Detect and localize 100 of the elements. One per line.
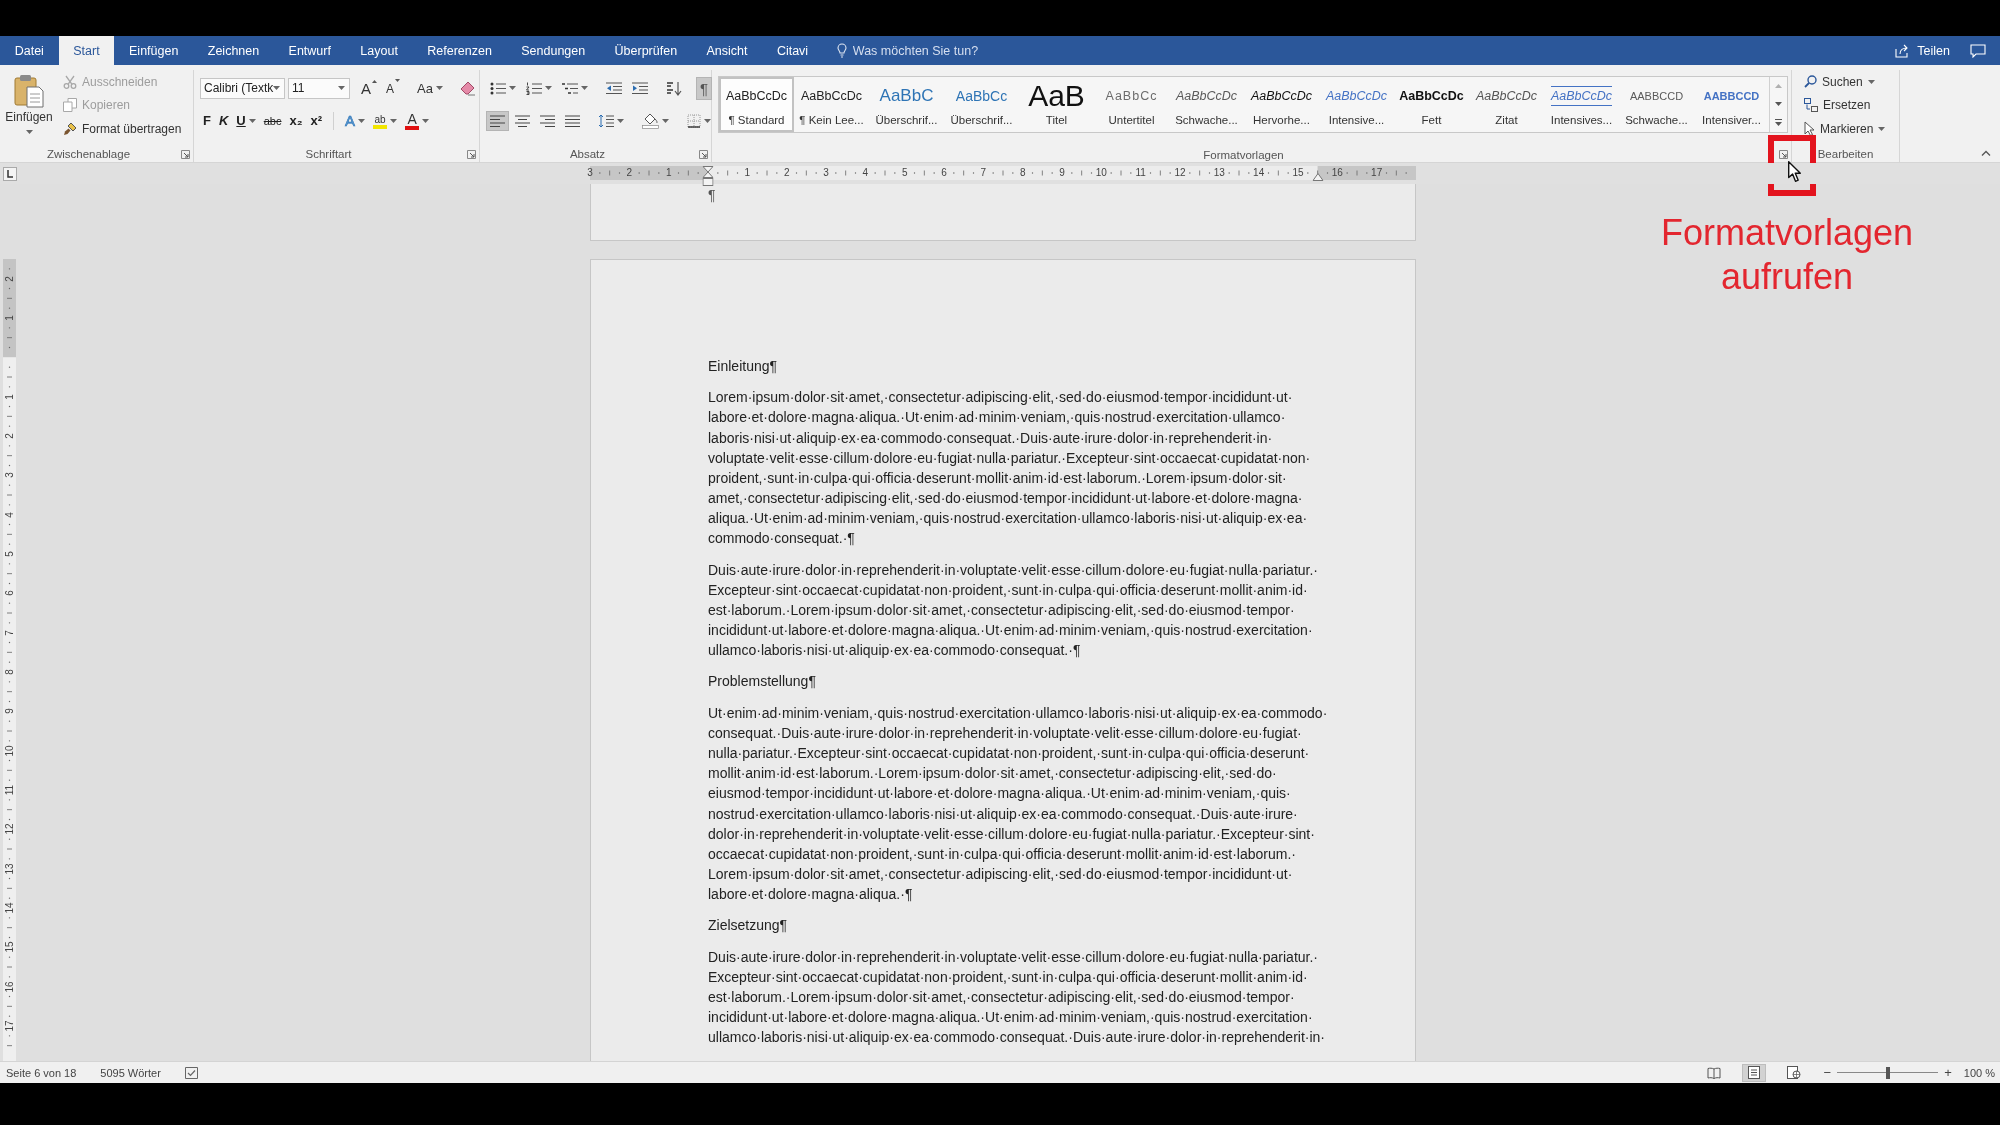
dialog-launcher-button[interactable] [699, 149, 708, 159]
ribbon-tab[interactable]: Layout [345, 36, 413, 65]
share-button[interactable]: Teilen [1895, 43, 1950, 58]
caret-down-icon [1867, 79, 1875, 84]
style-gallery-item[interactable]: AABBCCD Schwache... [1619, 77, 1694, 132]
ruler-number: 16 [1331, 166, 1343, 180]
superscript-button[interactable]: x² [307, 111, 326, 131]
shrink-font-button[interactable]: A [383, 76, 404, 100]
format-painter-button[interactable]: Format übertragen [61, 117, 184, 141]
collapse-ribbon-button[interactable] [1981, 150, 1991, 156]
align-left-icon [490, 115, 505, 127]
ribbon-tab[interactable]: Ansicht [691, 36, 763, 65]
dialog-launcher-button[interactable] [1779, 150, 1788, 159]
dialog-launcher-button[interactable] [181, 149, 190, 159]
style-gallery-item[interactable]: AaBbCcDc Schwache... [1169, 77, 1244, 132]
proofing-button[interactable] [184, 1066, 198, 1079]
underline-button[interactable]: U [233, 111, 259, 131]
copy-pages-icon [63, 98, 77, 113]
page-count-label[interactable]: Seite 6 von 18 [6, 1066, 77, 1079]
find-button[interactable]: Suchen [1802, 70, 1888, 94]
ruler-number: 11 [1135, 166, 1146, 180]
comments-button[interactable] [1970, 43, 1986, 58]
align-right-icon [540, 115, 555, 127]
font-color-button[interactable]: A [402, 110, 433, 132]
ruler-number: 6 [941, 166, 947, 180]
speech-bubble-icon [1970, 43, 1986, 58]
zoom-level-button[interactable]: 100 % [1963, 1066, 1995, 1079]
style-gallery-item[interactable]: AaBbCcDc Zitat [1469, 77, 1544, 132]
caret-down-icon [435, 86, 443, 90]
ribbon-tab[interactable]: Start [58, 36, 115, 65]
multilevel-list-icon [562, 81, 578, 95]
right-indent-marker-icon [1312, 173, 1324, 181]
style-gallery-item[interactable]: AaBbCc Untertitel [1094, 77, 1169, 132]
paste-button[interactable]: Einfügen [3, 70, 55, 140]
line-spacing-icon [598, 114, 614, 128]
caret-down-icon [248, 119, 256, 123]
style-gallery-item[interactable]: AaBbCcDc Intensive... [1319, 77, 1394, 132]
ruler-number: 9 [4, 708, 15, 715]
zoom-out-button[interactable]: − [1821, 1065, 1834, 1080]
caret-down-icon [509, 86, 516, 90]
style-gallery-item[interactable]: AaBbCcDc Hervorhe... [1244, 77, 1319, 132]
subscript-button[interactable]: x₂ [286, 111, 306, 131]
section-heading: Einleitung¶ [708, 357, 777, 376]
mouse-pointer-icon [1788, 161, 1801, 182]
select-button[interactable]: Markieren [1802, 117, 1888, 141]
font-size-combobox[interactable]: 11 [288, 77, 350, 99]
align-left-button[interactable] [486, 111, 509, 131]
pointer-arrow-icon [1804, 121, 1815, 137]
word-count-label[interactable]: 5095 Wörter [100, 1066, 161, 1079]
show-formatting-marks-button[interactable]: ¶ [696, 76, 713, 100]
caret-down-icon [25, 130, 33, 134]
zoom-in-button[interactable]: + [1942, 1065, 1954, 1080]
grow-font-button[interactable]: A [358, 77, 380, 99]
ribbon-tab[interactable]: Zeichnen [193, 36, 274, 65]
group-label: Bearbeiten [1817, 148, 1874, 160]
body-paragraph: Duis·aute·irure·dolor·in·reprehenderit·in·voluptate·velit·esse·cillum·dolore·eu·fugiat·nulla·pariatur.· Excepteur·sint·occaecat·cupidatat·non·proident,·sunt·in·culpa·qui·officia·deserunt·mollit·anim·id· est·laborum.·Lorem·ipsum·dolor·sit·amet,·consectetur·adipiscing·elit,·sed·do·eiusmod·tempor· incididunt·ut·labore·et·dolore·magna·aliqua.·Ut·enim·ad·minim·veniam,·quis·nostrud·exercitation· ullamco·laboris·nisi·ut·aliquip·ex·ea·commodo·consequat.·¶ [708, 560, 1319, 661]
numbered-list-icon [526, 81, 542, 95]
ribbon-tab[interactable]: Überprüfen [599, 36, 692, 65]
caret-down-icon [338, 86, 345, 90]
style-gallery-item[interactable]: AaB Titel [1019, 77, 1094, 132]
style-gallery-item[interactable]: AaBbCcDc ¶ Kein Lee... [794, 77, 869, 132]
tab-stop-selector-button[interactable] [3, 167, 17, 181]
decrease-indent-icon [606, 81, 622, 95]
ribbon-tab[interactable]: Sendungen [506, 36, 600, 65]
style-gallery-item[interactable]: AaBbCcDc ¶ Standard [719, 77, 794, 132]
highlight-button[interactable]: ab [370, 111, 401, 131]
style-gallery-item[interactable]: AABBCCD Intensiver... [1694, 77, 1769, 132]
font-name-combobox[interactable]: Calibri (Textk [200, 77, 285, 99]
ruler-number: 17 [1371, 166, 1383, 180]
zoom-slider-thumb[interactable] [1885, 1066, 1890, 1079]
open-book-icon [1706, 1066, 1721, 1079]
ruler-number: 9 [1059, 166, 1065, 180]
body-paragraph: Duis·aute·irure·dolor·in·reprehenderit·in·voluptate·velit·esse·cillum·dolore·eu·fugiat·nulla·pariatur.· Excepteur·sint·occaecat·cupidatat·non·proident,·sunt·in·culpa·qui·officia·deserunt·mollit·anim·id· est·laborum.·Lorem·ipsum·dolor·sit·amet,·consectetur·adipiscing·elit,·sed·do·eiusmod·tempor· incididunt·ut·labore·et·dolore·magna·aliqua.·Ut·enim·ad·minim·veniam,·quis·nostrud·exercitation· ullamco·laboris·nisi·ut·aliquip·ex·ea·commodo·consequat.·Duis·aute·irure·dolor·in·reprehenderit·in· [708, 947, 1326, 1048]
ribbon-tab[interactable]: Citavi [762, 36, 823, 65]
ruler-number: 1 [665, 166, 672, 180]
style-gallery-item[interactable]: AaBbCcDc Fett [1394, 77, 1469, 132]
ribbon-tab[interactable]: Datei [0, 36, 59, 65]
ribbon-tab[interactable]: Einfügen [114, 36, 194, 65]
print-layout-button[interactable] [1741, 1063, 1766, 1082]
bold-button[interactable]: F [200, 111, 214, 131]
strikethrough-button[interactable]: abc [260, 111, 285, 131]
italic-button[interactable]: K [215, 111, 232, 131]
dialog-launcher-button[interactable] [467, 149, 476, 159]
tell-me-field[interactable]: Was möchten Sie tun? [852, 43, 993, 58]
align-center-icon [515, 115, 530, 127]
ruler-number: 2 [626, 166, 633, 180]
change-case-button[interactable]: Aa [414, 77, 446, 99]
style-gallery-item[interactable]: AaBbC Überschrif... [869, 77, 944, 132]
style-gallery-item[interactable]: AaBbCc Überschrif... [944, 77, 1019, 132]
ruler-number: 1 [4, 315, 15, 321]
ribbon-tab[interactable]: Referenzen [412, 36, 507, 65]
group-label: Zwischenablage [46, 148, 131, 160]
bullet-list-icon [490, 81, 506, 95]
border-grid-icon [687, 114, 701, 128]
lightbulb-icon [836, 43, 847, 58]
replace-button[interactable]: Ersetzen [1802, 93, 1888, 117]
search-icon [1804, 75, 1817, 89]
ribbon-tab[interactable]: Entwurf [273, 36, 346, 65]
style-gallery-item[interactable]: AaBbCcDc Intensives... [1544, 77, 1619, 132]
section-heading: Problemstellung¶ [708, 672, 816, 692]
